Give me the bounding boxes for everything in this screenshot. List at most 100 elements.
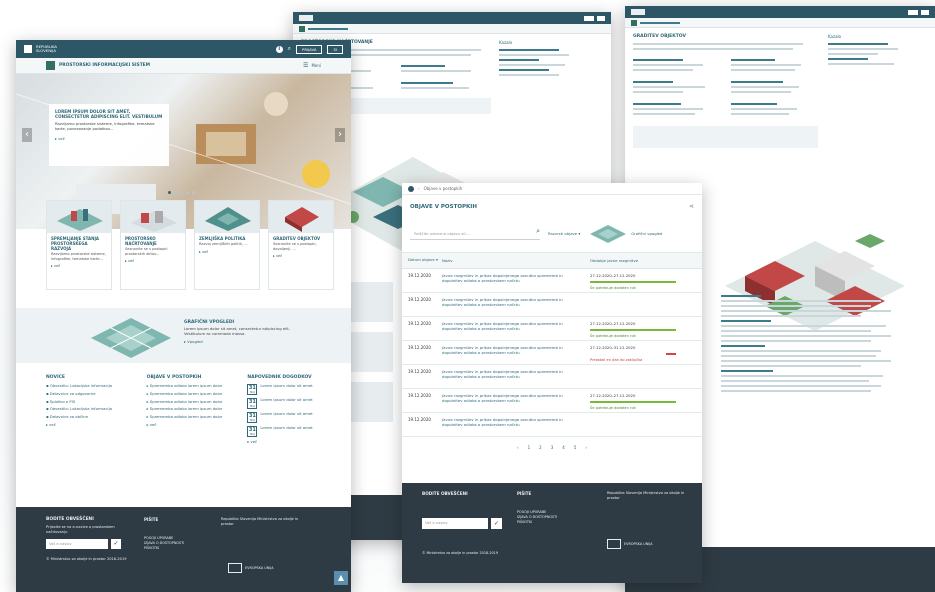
pis-logo-icon [46,61,55,70]
breadcrumb-current: Objave v postopkih [423,186,463,191]
slider-prev-arrow[interactable]: ‹ [22,128,32,142]
footer-link[interactable]: PIŠKOTKI [144,546,214,551]
row-title-link[interactable]: Javna razgrnitev in prikaz dopolnjenega … [442,393,582,403]
band-text: Lorem ipsum dolor sit amet, consectetur … [184,326,290,336]
p4-footer-link[interactable]: PIŠKOTKI [517,520,597,525]
event-item[interactable]: 31 MAJ Lorem ipsum dolor sit amet [247,411,336,423]
p3-logo [631,9,645,15]
events-more-link[interactable]: ▸ več [247,439,336,445]
table-row[interactable]: 19.12.2020 Javna razgrnitev in prikaz dop… [402,293,702,317]
row-title-link[interactable]: Javna razgrnitev in prikaz dopolnjenega … [442,369,582,379]
graphic-view-link[interactable]: Grafični vpogled [588,222,662,244]
p2-lang-button[interactable] [597,15,605,21]
p3-sidebar: Kazalo [828,34,918,148]
breadcrumb: › Objave v postopkih [402,183,702,195]
topic-card[interactable]: ZEMLJIŠKA POLITIKA Razvoj zemljiških pol… [194,200,260,290]
news-item[interactable]: ▪ Splošno o PIS [46,399,135,405]
progress-bar [590,329,676,331]
procedure-item[interactable]: ▸ Sprememba odloka lorem ipsum dolor [147,406,236,412]
page-link[interactable]: 5 [574,445,577,450]
procedure-item[interactable]: ▸ Sprememba odloka lorem ipsum dolor [147,383,236,389]
news-item[interactable]: ▪ Obvestilo: Lokacijska informacija [46,406,135,412]
p2-site-icon [299,25,305,32]
table-row[interactable]: 19.12.2020 Javna razgrnitev in prikaz dop… [402,389,702,413]
table-row[interactable]: 19.12.2020 Javna razgrnitev in prikaz dop… [402,269,702,293]
table-row[interactable]: 19.12.2020 Javna razgrnitev in prikaz dop… [402,413,702,437]
topic-card[interactable]: PROSTORSKO NAČRTOVANJE Seznanite se s po… [120,200,186,290]
news-item[interactable]: ▪ Obvestilo: Lokacijska informacija [46,383,135,389]
slider-next-arrow[interactable]: › [335,128,345,142]
breadcrumb-separator: › [418,186,420,191]
procedure-item[interactable]: ▸ Sprememba odloka lorem ipsum dolor [147,414,236,420]
p4-newsletter-submit-button[interactable]: ✓ [491,518,502,529]
site-title: PROSTORSKI INFORMACIJSKI SISTEM [59,63,151,68]
event-item[interactable]: 31 MAJ Lorem ipsum dolor sit amet [247,425,336,437]
p2-sidebar-title: Kazalo [499,40,513,45]
sort-select[interactable]: Razvrsti objave ▾ [548,231,580,236]
page-link[interactable]: 1 [528,445,531,450]
row-period: 27.12.2020–31.12.2020 Preostali en dan do… [582,345,682,362]
share-icon[interactable]: ⋖ [689,203,694,210]
p3-header-tools [908,9,929,15]
row-date: 19.12.2020 [408,297,431,302]
p3-sidebar-title: Kazalo [828,34,842,39]
scroll-top-button[interactable]: ▲ [334,571,348,585]
pagination-prev[interactable]: ‹ [517,445,519,450]
procedures-more-link[interactable]: ▸ več [147,422,236,428]
eu-logo: EVROPSKA UNIJA [228,563,274,573]
news-item[interactable]: ▪ Delavnice za odgovorne [46,391,135,397]
newsletter-text: Prijavite se na e-novice o prostorskem n… [46,525,115,534]
news-item[interactable]: ▪ Delavnice za občine [46,414,135,420]
table-row[interactable]: 19.12.2020 Javna razgrnitev in prikaz dop… [402,341,702,365]
procedure-item[interactable]: ▸ Sprememba odloka lorem ipsum dolor [147,391,236,397]
progress-bar [666,353,676,355]
table-row[interactable]: 19.12.2020 Javna razgrnitev in prikaz dop… [402,365,702,389]
pagination-next[interactable]: › [585,445,587,450]
col-name-header: Naziv [442,258,453,263]
newsletter-submit-button[interactable]: ✓ [111,539,121,550]
row-title-link[interactable]: Javna razgrnitev in prikaz dopolnjenega … [442,273,582,283]
news-more-link[interactable]: ▸ več [46,422,135,428]
procedure-item[interactable]: ▸ Sprememba odloka lorem ipsum dolor [147,399,236,405]
page-title: OBJAVE V POSTOPKIH [410,203,477,210]
row-title-link[interactable]: Javna razgrnitev in prikaz dopolnjenega … [442,345,582,355]
p1-subheader: PROSTORSKI INFORMACIJSKI SISTEM ☰ Meni [16,58,351,74]
col-date-header[interactable]: Datum objave ▾ [402,257,442,263]
table-row[interactable]: 19.12.2020 Javna razgrnitev in prikaz dop… [402,317,702,341]
row-title-link[interactable]: Javna razgrnitev in prikaz dopolnjenega … [442,321,582,331]
page-link[interactable]: 4 [562,445,565,450]
topic-card[interactable]: GRADITEV OBJEKTOV Seznanite se s postopk… [268,200,334,290]
info-icon[interactable]: i [275,45,283,53]
newsletter-email-input[interactable]: Vaš e-naslov [46,539,108,550]
login-button[interactable]: PRIJAVA [296,44,323,54]
p3-lang-button[interactable] [921,9,929,15]
p2-subheader [293,24,611,34]
p1-footer: BODITE OBVEŠČENI Prijavite se na e-novic… [16,507,351,592]
p2-login-button[interactable] [584,15,594,21]
search-input[interactable]: Poiščite ustrezno objavo ali ... ⌕ [410,226,540,240]
hero-more-link[interactable]: ▸ več [55,136,163,141]
page-link[interactable]: 3 [551,445,554,450]
topic-card[interactable]: SPREMLJANJE STANJA PROSTORSKEGA RAZVOJA … [46,200,112,290]
row-title-link[interactable]: Javna razgrnitev in prikaz dopolnjenega … [442,297,582,307]
page-link[interactable]: 2 [539,445,542,450]
p4-newsletter-email-input[interactable]: Vaš e-naslov [422,518,488,529]
event-item[interactable]: 31 MAJ Lorem ipsum dolor sit amet [247,397,336,409]
search-icon[interactable]: ⌕ [288,45,291,53]
band-link[interactable]: ▸ Vpogled [184,339,294,344]
hero-title: LOREM IPSUM DOLOR SIT AMET, CONSECTETUR … [55,109,163,119]
search-icon[interactable]: ⌕ [536,227,540,239]
home-icon[interactable] [408,185,414,192]
col-period-header: Obdobje javne razgrnitve [590,258,639,263]
events-column: NAPOVEDNIK DOGODKOV 31 MAJ Lorem ipsum do… [247,375,336,448]
p3-login-button[interactable] [908,9,918,15]
slovenia-crest-icon [24,45,32,53]
event-item[interactable]: 31 MAJ Lorem ipsum dolor sit amet [247,383,336,395]
p4-contact-title: PIŠITE [517,491,532,496]
p4-copyright: © Ministrstvo za okolje in prostor 2018-… [422,551,498,555]
language-select[interactable]: SI [327,44,343,54]
menu-button[interactable]: ☰ Meni [303,62,321,69]
slider-dots[interactable] [168,191,195,194]
page-home: REPUBLIKA SLOVENIJA i ⌕ PRIJAVA SI PROST… [16,40,351,592]
row-title-link[interactable]: Javna razgrnitev in prikaz dopolnjenega … [442,417,582,427]
